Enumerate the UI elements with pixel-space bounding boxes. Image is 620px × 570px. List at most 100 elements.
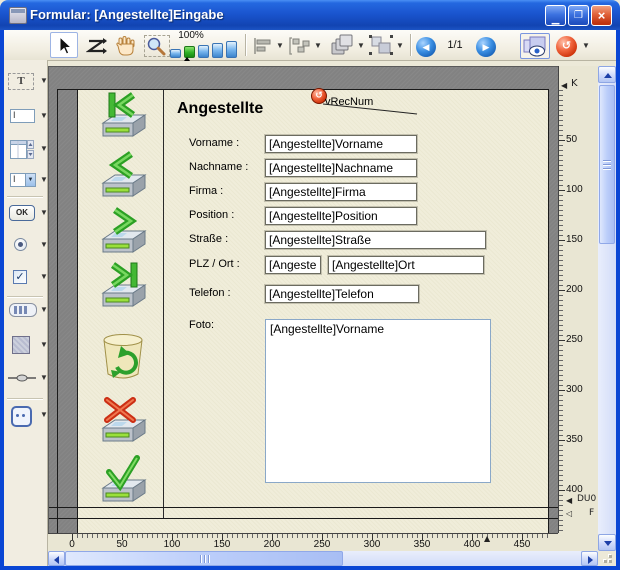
zoom-bars[interactable] [170,40,240,58]
field-label-nachname[interactable]: Nachname : [189,161,248,173]
accept-record-button[interactable] [93,454,151,508]
layer-menu-caret[interactable]: ▼ [357,42,365,50]
field-input-telefon[interactable]: [Angestellte]Telefon [265,285,419,303]
splitter-tool-caret[interactable]: ▼ [40,374,48,382]
zoom-bar-200[interactable] [198,45,209,58]
checkbox-tool-caret[interactable]: ▼ [40,273,48,281]
ruler-label: 400 [460,539,484,550]
field-input-strasse[interactable]: [Angestellte]Straße [265,231,486,249]
vertical-scrollbar[interactable] [598,66,616,551]
thumb-grip [603,164,611,165]
rectangle-tool-caret[interactable]: ▼ [40,341,48,349]
button-tool[interactable]: OK ▼ [8,205,48,223]
field-label-vorname[interactable]: Vorname : [189,137,239,149]
header-marker-label[interactable]: K [571,78,578,89]
field-label-foto[interactable]: Foto: [189,319,214,331]
radio-button-tool[interactable]: ▼ [8,237,48,255]
field-input-nachname[interactable]: [Angestellte]Nachname [265,159,417,177]
indicator-tool-caret[interactable]: ▼ [40,306,48,314]
plugin-tool-caret[interactable]: ▼ [40,411,48,419]
preview-button[interactable] [520,33,550,59]
align-menu-caret[interactable]: ▼ [276,42,284,50]
field-input-position[interactable]: [Angestellte]Position [265,207,417,225]
cancel-record-button[interactable] [93,394,151,448]
text-tool-caret[interactable]: ▼ [40,77,48,85]
foto-picture-object[interactable]: [Angestellte]Vorname [265,319,491,483]
align-menu-button[interactable] [252,36,274,56]
group-menu-caret[interactable]: ▼ [396,42,404,50]
distribute-menu-button[interactable] [288,36,312,56]
minimize-button[interactable]: ▁ [545,5,566,26]
group-menu-button[interactable] [368,34,394,56]
horizontal-scrollbar[interactable] [48,551,598,566]
footer-marker-line[interactable] [49,518,559,519]
title-bar[interactable]: Formular: [Angestellte]Eingabe ▁ ❐ × [0,0,620,30]
checkbox-tool[interactable]: ✓ ▼ [8,269,48,287]
execute-button[interactable]: ↺ [556,36,577,57]
combobox-tool[interactable]: I▼ ▼ [8,172,48,190]
input-field-tool[interactable]: I ▼ [8,108,48,126]
detail-marker-label[interactable]: DU0 [577,494,596,504]
listbox-tool-caret[interactable]: ▼ [40,145,48,153]
listbox-tool[interactable]: ▼ [8,140,48,160]
radio-tool-caret[interactable]: ▼ [40,241,48,249]
field-label-firma[interactable]: Firma : [189,185,223,197]
scroll-up-button[interactable] [598,66,616,83]
last-record-button[interactable] [93,261,151,315]
scroll-right-button[interactable] [581,551,598,566]
field-input-firma[interactable]: [Angestellte]Firma [265,183,417,201]
zoom-bar-50[interactable] [170,49,181,58]
ruler-label: 150 [566,234,583,245]
ruler-tick [559,240,565,241]
execute-menu-caret[interactable]: ▼ [582,42,590,50]
distribute-menu-caret[interactable]: ▼ [314,42,322,50]
delete-record-button[interactable] [97,332,149,382]
static-text-tool[interactable]: T ▼ [8,73,48,91]
combobox-tool-caret[interactable]: ▼ [40,176,48,184]
form-title[interactable]: Angestellte [177,100,263,118]
hand-tool-button[interactable] [114,35,138,57]
zoom-bar-800[interactable] [226,41,237,58]
scroll-left-button[interactable] [48,551,65,566]
field-label-position[interactable]: Position : [189,209,234,221]
first-record-button[interactable] [93,91,151,145]
rectangle-tool[interactable]: ▼ [8,336,48,356]
pointer-tool-button[interactable] [50,32,78,58]
form-separator-line[interactable] [163,90,164,518]
splitter-tool-icon [8,372,36,384]
horizontal-scroll-thumb[interactable] [65,551,343,566]
plugin-area-tool[interactable]: ▼ [8,406,48,426]
field-label-telefon[interactable]: Telefon : [189,287,231,299]
field-label-plz-ort[interactable]: PLZ / Ort : [189,258,240,270]
footer-marker-icon[interactable]: ◁ [566,509,572,518]
indicator-tool[interactable]: ▼ [8,302,48,320]
form-canvas[interactable]: Angestellte ↺ vRecNum Vorname : [Angeste… [48,66,559,534]
scroll-down-button[interactable] [598,534,616,551]
header-marker-icon[interactable]: ◀ [561,81,567,90]
resize-grip[interactable] [598,551,616,566]
line-object[interactable] [319,101,421,117]
next-record-button[interactable] [93,207,151,261]
ruler-label: 50 [110,539,134,550]
footer-marker-label[interactable]: F [589,508,594,518]
previous-page-button[interactable]: ◀ [416,37,436,57]
vertical-scroll-thumb[interactable] [599,85,615,244]
zoom-tool-button[interactable] [144,35,170,57]
previous-record-button[interactable] [93,151,151,205]
input-tool-caret[interactable]: ▼ [40,112,48,120]
entry-order-tool-button[interactable] [86,36,108,56]
button-tool-caret[interactable]: ▼ [40,209,48,217]
layer-menu-button[interactable] [330,34,356,56]
form-width-marker[interactable]: ▲ [484,534,490,543]
zoom-bar-400[interactable] [212,43,223,58]
field-input-ort[interactable]: [Angestellte]Ort [328,256,484,274]
field-input-vorname[interactable]: [Angestellte]Vorname [265,135,417,153]
detail-marker-icon[interactable]: ◀ [566,496,572,505]
maximize-button[interactable]: ❐ [568,5,589,26]
field-label-strasse[interactable]: Straße : [189,233,228,245]
splitter-tool[interactable]: ▼ [8,370,48,388]
close-button[interactable]: × [591,5,612,26]
ruler-label: 450 [510,539,534,550]
field-input-plz[interactable]: [Angeste [265,256,321,274]
next-page-button[interactable]: ▶ [476,37,496,57]
